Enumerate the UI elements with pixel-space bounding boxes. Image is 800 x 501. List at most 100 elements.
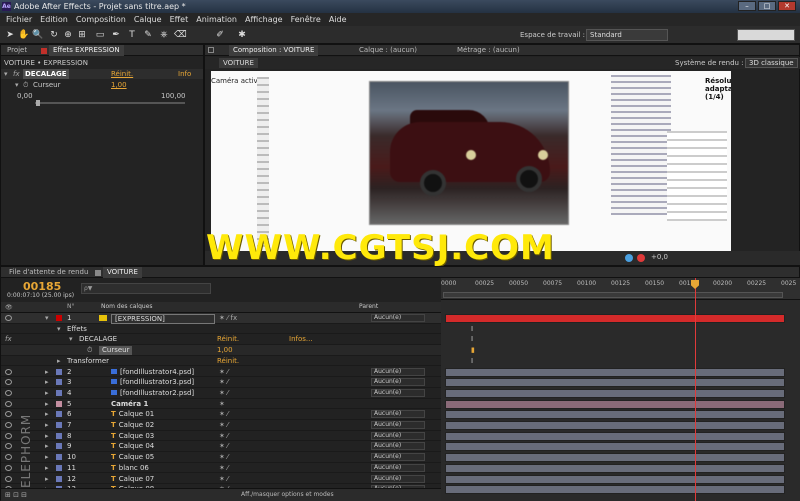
layer-row[interactable]: ▸ 12 Calque 07 ✶ ⁄ Aucun(e) [1, 474, 441, 485]
menu-composition[interactable]: Composition [72, 13, 130, 26]
visibility-eye-icon[interactable] [5, 422, 12, 428]
roto-brush-icon[interactable]: ✐ [214, 29, 226, 41]
hand-tool-icon[interactable]: ✋ [18, 29, 30, 41]
layer-duration-bar[interactable] [445, 421, 785, 430]
layer-duration-bar[interactable] [445, 485, 785, 495]
parent-select[interactable]: Aucun(e) [371, 463, 425, 472]
lock-icon[interactable] [208, 47, 214, 53]
layer-row[interactable]: ▸ 11 blanc 06 ✶ ⁄ Aucun(e) [1, 463, 441, 474]
layer-switches[interactable]: ✶ ⁄ [219, 377, 228, 388]
label-color-swatch[interactable] [56, 379, 62, 386]
visibility-eye-icon[interactable] [5, 315, 12, 321]
pan-behind-icon[interactable]: ⊞ [76, 29, 88, 41]
menu-effet[interactable]: Effet [166, 13, 193, 26]
layer-search-input[interactable]: ρ▼ [81, 283, 211, 294]
parent-select[interactable]: Aucun(e) [371, 388, 425, 397]
parent-select[interactable]: Aucun(e) [371, 442, 425, 451]
expand-arrow-icon[interactable]: ▸ [45, 399, 49, 410]
tab-voiture[interactable]: VOITURE [103, 267, 142, 278]
label-color-swatch[interactable] [56, 432, 62, 439]
layer-switches[interactable]: ✶ ⁄ [219, 463, 228, 474]
layer-row[interactable]: ▸ 9 Calque 04 ✶ ⁄ Aucun(e) [1, 441, 441, 453]
menu-fenetre[interactable]: Fenêtre [287, 13, 325, 26]
layer-name[interactable]: Calque 07 [111, 474, 154, 485]
param-value[interactable]: 1,00 [111, 80, 127, 90]
keyframe-marker[interactable]: ▮ [471, 346, 475, 354]
work-area-bar[interactable] [443, 292, 783, 298]
label-color-swatch[interactable] [56, 315, 62, 321]
layer-duration-bar[interactable] [445, 378, 785, 388]
reset-link[interactable]: Réinit. [217, 356, 239, 367]
tab-render-queue[interactable]: File d'attente de rendu [5, 267, 92, 278]
layer-switches[interactable]: ✶ ⁄ [219, 420, 228, 431]
layer-duration-bar[interactable] [445, 431, 785, 441]
zoom-tool-icon[interactable]: 🔍 [32, 29, 44, 41]
label-color-swatch[interactable] [56, 464, 62, 471]
layer-switches[interactable]: ✶ [219, 399, 225, 410]
tab-calque[interactable]: Calque : (aucun) [355, 45, 421, 56]
layer-name[interactable]: Calque 03 [111, 431, 154, 442]
column-parent[interactable]: Parent [359, 303, 378, 310]
layer-duration-bar[interactable] [445, 399, 785, 409]
parent-select[interactable]: Aucun(e) [371, 474, 425, 483]
column-layer-name[interactable]: Nom des calques [101, 303, 153, 310]
expand-arrow-icon[interactable]: ▾ [45, 313, 49, 324]
time-ruler[interactable]: 0000 00025 00050 00075 00100 00125 00150 00175 0… [441, 278, 800, 300]
layer-name[interactable]: Caméra 1 [111, 399, 148, 410]
visibility-eye-icon[interactable] [5, 464, 12, 471]
brush-tool-icon[interactable]: ✎ [142, 29, 154, 41]
layer-row-expression[interactable]: ▾ 1 [EXPRESSION] ✶ ⁄ fx Aucun(e) [1, 313, 441, 324]
collapse-arrow-icon[interactable]: ▾ [4, 69, 8, 79]
renderer-select[interactable]: 3D classique [745, 58, 798, 68]
parent-select[interactable]: Aucun(e) [371, 453, 425, 462]
layer-name[interactable]: [EXPRESSION] [111, 314, 215, 324]
reset-link[interactable]: Réinit. [111, 69, 133, 79]
layer-duration-bar[interactable] [445, 474, 785, 484]
menu-calque[interactable]: Calque [130, 13, 166, 26]
layer-row[interactable]: ▸ 8 Calque 03 ✶ ⁄ Aucun(e) [1, 431, 441, 442]
orbit-camera-icon[interactable]: ⊕ [62, 29, 74, 41]
exposure-value[interactable]: +0,0 [651, 253, 668, 261]
layer-switches[interactable]: ✶ ⁄ [219, 388, 228, 399]
visibility-eye-icon[interactable] [5, 454, 12, 461]
visibility-eye-icon[interactable] [5, 411, 12, 418]
visibility-eye-icon[interactable] [5, 400, 12, 407]
expand-arrow-icon[interactable]: ▾ [69, 334, 73, 345]
param-row-curseur[interactable]: ⏱ Curseur 1,00 [1, 345, 441, 356]
keyframe-marker[interactable]: I [471, 325, 473, 333]
expand-arrow-icon[interactable]: ▸ [45, 388, 49, 399]
text-tool-icon[interactable]: T [126, 29, 138, 41]
param-slider[interactable] [35, 102, 185, 104]
tab-composition[interactable]: Composition : VOITURE [229, 45, 319, 56]
eraser-tool-icon[interactable]: ⌫ [174, 29, 187, 41]
layer-name[interactable]: Calque 04 [111, 441, 154, 452]
layer-name[interactable]: [fondIllustrator2.psd] [111, 388, 194, 399]
layer-duration-bar[interactable] [445, 463, 785, 473]
parent-select[interactable]: Aucun(e) [371, 367, 425, 376]
expand-arrow-icon[interactable]: ▾ [15, 80, 19, 90]
label-color-swatch[interactable] [56, 422, 62, 428]
label-color-swatch[interactable] [56, 368, 62, 375]
label-color-swatch[interactable] [56, 400, 62, 407]
fx-icon[interactable]: fx [5, 334, 12, 345]
layer-switches[interactable]: ✶ ⁄ [219, 409, 228, 420]
expand-arrow-icon[interactable]: ▸ [45, 463, 49, 474]
label-color-swatch[interactable] [56, 389, 62, 396]
layer-switches[interactable]: ✶ ⁄ [219, 367, 228, 378]
stopwatch-icon[interactable]: ⏱ [23, 80, 28, 90]
effect-name[interactable]: DECALAGE [23, 69, 69, 79]
layer-duration-bar[interactable] [445, 442, 785, 452]
pen-tool-icon[interactable]: ✒ [110, 29, 122, 41]
lock-icon[interactable] [41, 48, 47, 54]
workspace-select[interactable]: Standard [586, 29, 668, 41]
layer-duration-bar[interactable] [445, 388, 785, 398]
layer-row[interactable]: ▸ 2 [fondIllustrator4.psd] ✶ ⁄ Aucun(e) [1, 367, 441, 378]
layer-row[interactable]: ▸ 5 Caméra 1 ✶ [1, 399, 441, 410]
layer-name[interactable]: Calque 05 [111, 452, 154, 463]
info-link[interactable]: Info [178, 69, 191, 79]
layer-duration-bar[interactable] [445, 314, 785, 323]
visibility-eye-icon[interactable] [5, 368, 12, 375]
menu-edition[interactable]: Edition [36, 13, 72, 26]
maximize-button[interactable]: □ [758, 1, 776, 11]
infos-link[interactable]: Infos... [289, 334, 313, 345]
